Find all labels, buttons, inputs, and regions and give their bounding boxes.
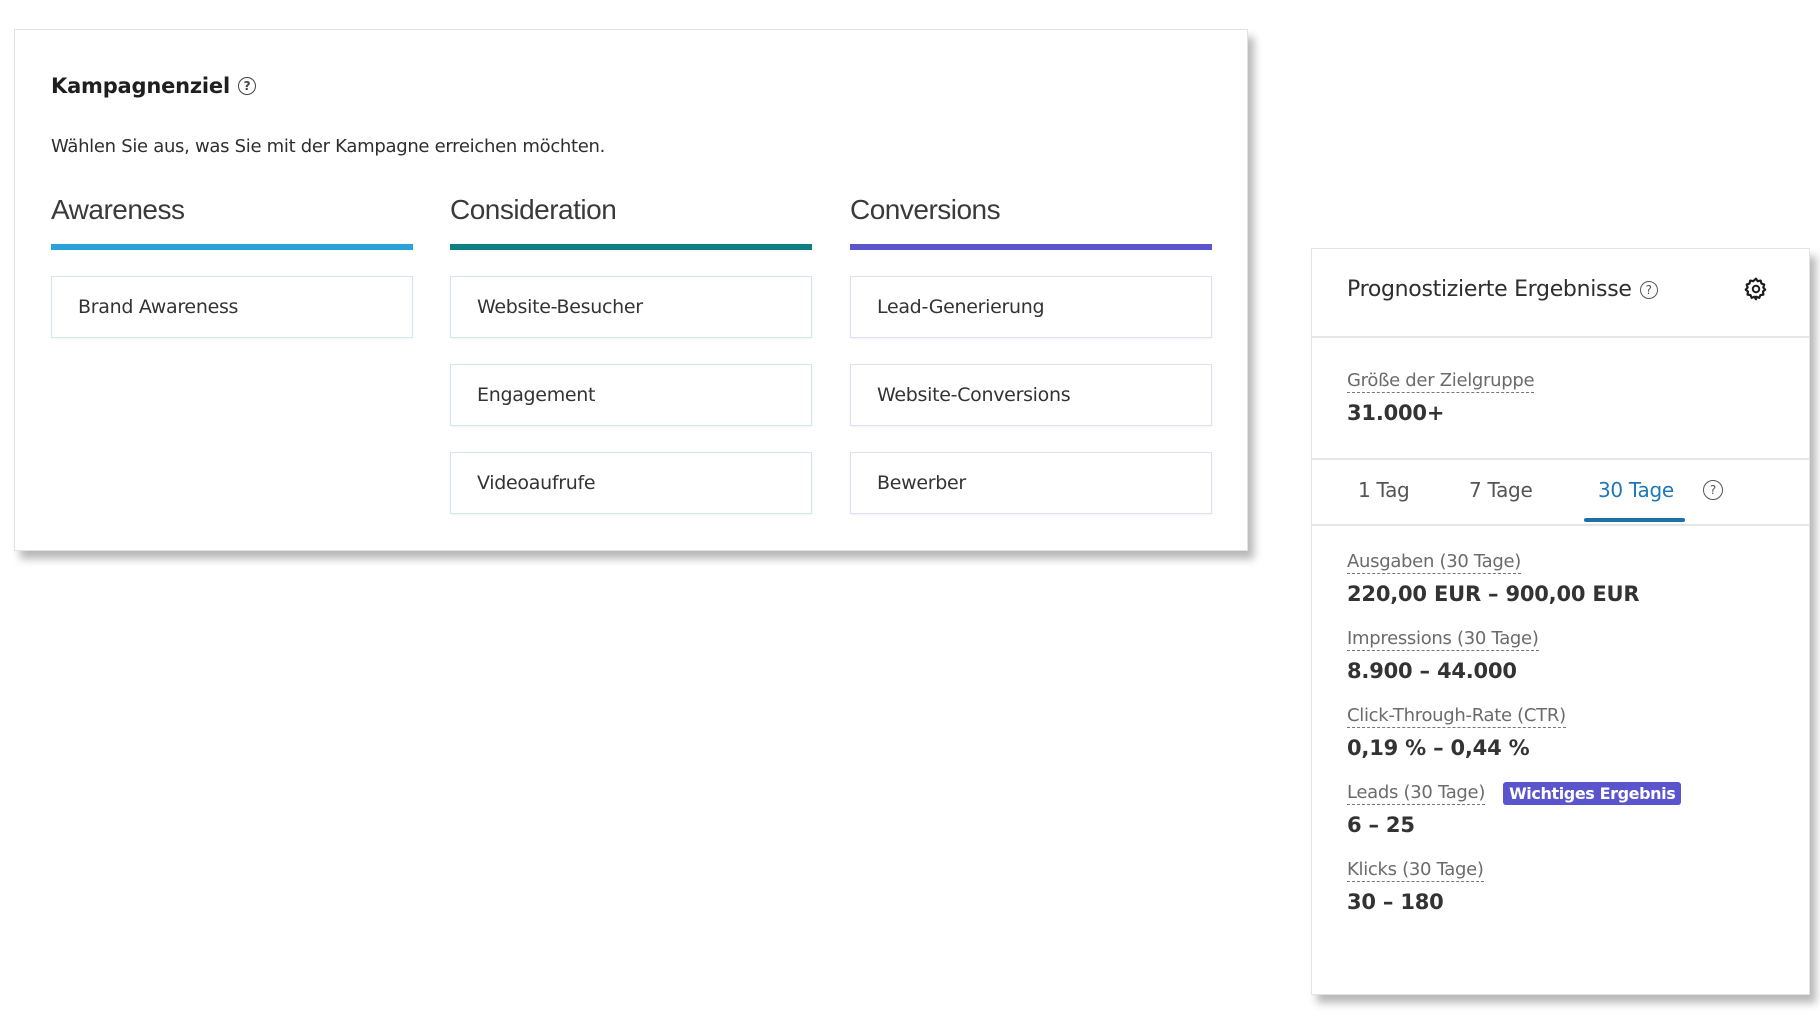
column-heading-awareness: Awareness <box>51 194 185 225</box>
gear-icon[interactable] <box>1743 276 1769 302</box>
audience-size-label[interactable]: Größe der Zielgruppe <box>1347 370 1535 393</box>
metric-impressions-label[interactable]: Impressions (30 Tage) <box>1347 628 1539 651</box>
question-circle-icon[interactable]: ? <box>1703 480 1723 500</box>
audience-size-section: Größe der Zielgruppe 31.000+ <box>1312 338 1809 460</box>
metric-spend-label[interactable]: Ausgaben (30 Tage) <box>1347 551 1521 574</box>
forecast-title-text: Prognostizierte Ergebnisse <box>1347 277 1632 302</box>
forecast-period-tabs: 1 Tag 7 Tage 30 Tage ? <box>1312 460 1809 526</box>
metric-spend-value: 220,00 EUR – 900,00 EUR <box>1347 582 1640 606</box>
audience-size-value: 31.000+ <box>1347 401 1445 425</box>
metric-clicks-label[interactable]: Klicks (30 Tage) <box>1347 859 1484 882</box>
metric-clicks-value: 30 – 180 <box>1347 890 1444 914</box>
metric-spend: Ausgaben (30 Tage) 220,00 EUR – 900,00 E… <box>1347 551 1681 606</box>
metric-ctr-value: 0,19 % – 0,44 % <box>1347 736 1530 760</box>
metric-clicks: Klicks (30 Tage) 30 – 180 <box>1347 859 1681 914</box>
campaign-objective-subtitle: Wählen Sie aus, was Sie mit der Kampagne… <box>51 136 606 157</box>
metric-impressions-value: 8.900 – 44.000 <box>1347 659 1517 683</box>
audience-size-metric: Größe der Zielgruppe 31.000+ <box>1347 370 1535 425</box>
forecast-results-card: Prognostizierte Ergebnisse ? Größe der Z… <box>1311 248 1810 995</box>
metric-ctr: Click-Through-Rate (CTR) 0,19 % – 0,44 % <box>1347 705 1681 760</box>
metric-leads: Leads (30 Tage) Wichtiges Ergebnis 6 – 2… <box>1347 782 1682 837</box>
accent-bar-conversions <box>850 244 1212 250</box>
accent-bar-awareness <box>51 244 413 250</box>
campaign-objective-title-text: Kampagnenziel <box>51 74 230 98</box>
objective-option-brand-awareness[interactable]: Brand Awareness <box>51 276 413 338</box>
accent-bar-consideration <box>450 244 812 250</box>
column-heading-consideration: Consideration <box>450 194 617 225</box>
objective-option-engagement[interactable]: Engagement <box>450 364 812 426</box>
metric-leads-value: 6 – 25 <box>1347 813 1415 837</box>
campaign-objective-card: Kampagnenziel ? Wählen Sie aus, was Sie … <box>14 29 1248 551</box>
forecast-title: Prognostizierte Ergebnisse ? <box>1347 277 1658 302</box>
objective-option-lead-generation[interactable]: Lead-Generierung <box>850 276 1212 338</box>
question-circle-icon[interactable]: ? <box>1639 280 1658 299</box>
metric-impressions: Impressions (30 Tage) 8.900 – 44.000 <box>1347 628 1681 683</box>
objective-option-website-visitors[interactable]: Website-Besucher <box>450 276 812 338</box>
tab-1-day[interactable]: 1 Tag <box>1358 478 1410 502</box>
question-circle-icon[interactable]: ? <box>237 77 256 95</box>
forecast-metrics-list: Ausgaben (30 Tage) 220,00 EUR – 900,00 E… <box>1347 551 1682 936</box>
key-result-badge: Wichtiges Ergebnis <box>1503 782 1682 805</box>
metric-leads-label[interactable]: Leads (30 Tage) <box>1347 782 1485 805</box>
objective-option-job-applicants[interactable]: Bewerber <box>850 452 1212 514</box>
forecast-header: Prognostizierte Ergebnisse ? <box>1312 249 1809 338</box>
column-heading-conversions: Conversions <box>850 194 1001 225</box>
tab-7-days[interactable]: 7 Tage <box>1469 478 1533 502</box>
objective-column-consideration: Consideration Website-Besucher Engagemen… <box>450 190 812 514</box>
active-tab-indicator <box>1584 518 1685 522</box>
campaign-objective-title: Kampagnenziel ? <box>51 74 256 98</box>
objective-option-website-conversions[interactable]: Website-Conversions <box>850 364 1212 426</box>
objective-option-video-views[interactable]: Videoaufrufe <box>450 452 812 514</box>
tab-30-days[interactable]: 30 Tage <box>1598 478 1674 502</box>
objective-column-awareness: Awareness Brand Awareness <box>51 190 413 338</box>
metric-ctr-label[interactable]: Click-Through-Rate (CTR) <box>1347 705 1566 728</box>
objective-column-conversions: Conversions Lead-Generierung Website-Con… <box>850 190 1212 514</box>
